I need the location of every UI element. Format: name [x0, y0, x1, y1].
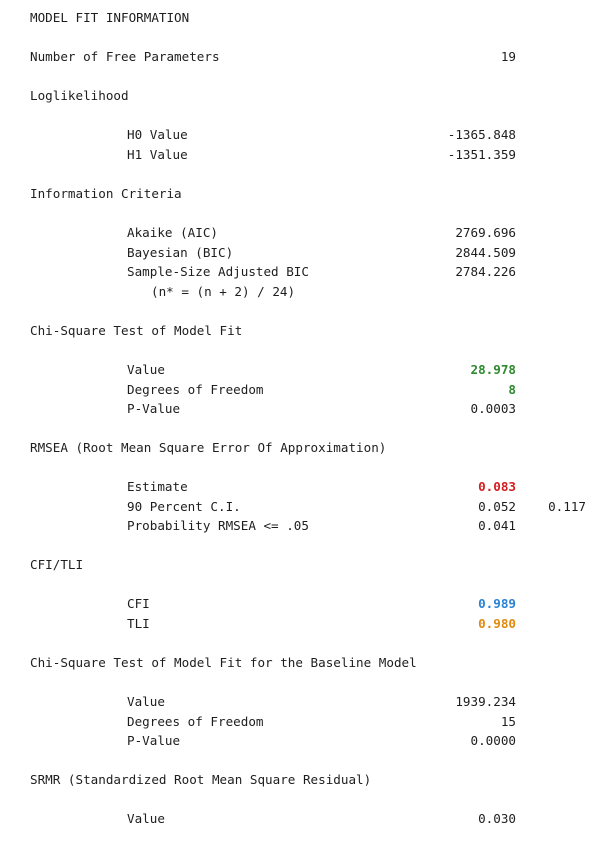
srmr-heading: SRMR (Standardized Root Mean Square Resi…	[30, 772, 372, 787]
h0-value: -1365.848	[447, 127, 516, 142]
chisq-heading: Chi-Square Test of Model Fit	[30, 323, 243, 338]
baseline-p-row: P-Value 0.0000	[0, 731, 606, 751]
title-row: MODEL FIT INFORMATION	[0, 8, 606, 28]
h1-value: -1351.359	[447, 146, 516, 162]
rmsea-prob-value: 0.041	[478, 518, 516, 533]
info-criteria-heading: Information Criteria	[30, 186, 182, 201]
baseline-df-value: 15	[500, 713, 516, 729]
baseline-value: 1939.234	[455, 694, 516, 709]
rmsea-ci-high: 0.117	[548, 498, 586, 514]
chisq-df-value: 8	[508, 381, 516, 397]
baseline-df-row: Degrees of Freedom 15	[0, 712, 606, 732]
srmr-heading-row: SRMR (Standardized Root Mean Square Resi…	[0, 770, 606, 790]
tli-row: TLI 0.980	[0, 614, 606, 634]
srmr-value: 0.030	[478, 811, 516, 826]
cfi-value: 0.989	[478, 596, 516, 611]
chisq-heading-row: Chi-Square Test of Model Fit	[0, 321, 606, 341]
free-params-value: 19	[500, 49, 516, 64]
cfitli-heading-row: CFI/TLI	[0, 555, 606, 575]
cfi-row: CFI 0.989	[0, 594, 606, 614]
chisq-p-row: P-Value 0.0003	[0, 399, 606, 419]
page-title: MODEL FIT INFORMATION	[30, 10, 190, 25]
aic-value: 2769.696	[455, 225, 516, 240]
rmsea-ci-row: 90 Percent C.I. 0.052 0.117	[0, 497, 606, 517]
rmsea-heading: RMSEA (Root Mean Square Error Of Approxi…	[30, 440, 387, 455]
rmsea-estimate-row: Estimate 0.083	[0, 477, 606, 497]
baseline-p-value: 0.0000	[470, 733, 517, 748]
chisq-df-row: Degrees of Freedom 8	[0, 380, 606, 400]
bic-row: Bayesian (BIC) 2844.509	[0, 243, 606, 263]
sabic-note-row: (n* = (n + 2) / 24)	[0, 282, 606, 302]
baseline-value-row: Value 1939.234	[0, 692, 606, 712]
loglik-heading: Loglikelihood	[30, 88, 129, 103]
tli-value: 0.980	[478, 615, 516, 631]
free-params-row: Number of Free Parameters 19	[0, 47, 606, 67]
rmsea-prob-row: Probability RMSEA <= .05 0.041	[0, 516, 606, 536]
h1-row: H1 Value -1351.359	[0, 145, 606, 165]
chisq-p-value: 0.0003	[470, 401, 517, 416]
chisq-value-row: Value 28.978	[0, 360, 606, 380]
cfitli-heading: CFI/TLI	[30, 557, 84, 572]
sabic-row: Sample-Size Adjusted BIC 2784.226	[0, 262, 606, 282]
sabic-note: (n* = (n + 2) / 24)	[151, 283, 296, 299]
baseline-heading: Chi-Square Test of Model Fit for the Bas…	[30, 655, 417, 670]
rmsea-estimate-value: 0.083	[478, 479, 516, 494]
sabic-value: 2784.226	[455, 264, 516, 279]
aic-row: Akaike (AIC) 2769.696	[0, 223, 606, 243]
srmr-value-row: Value 0.030	[0, 809, 606, 829]
rmsea-heading-row: RMSEA (Root Mean Square Error Of Approxi…	[0, 438, 606, 458]
info-heading-row: Information Criteria	[0, 184, 606, 204]
h0-row: H0 Value -1365.848	[0, 125, 606, 145]
chisq-value: 28.978	[470, 362, 517, 377]
bic-value: 2844.509	[455, 244, 516, 260]
baseline-heading-row: Chi-Square Test of Model Fit for the Bas…	[0, 653, 606, 673]
loglik-heading-row: Loglikelihood	[0, 86, 606, 106]
